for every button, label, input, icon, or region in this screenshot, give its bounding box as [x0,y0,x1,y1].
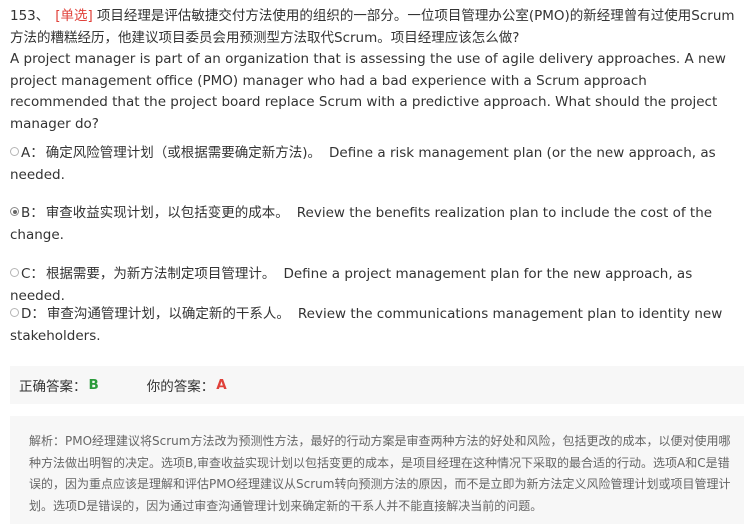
correct-answer: 正确答案： B [19,375,99,395]
question-number: 153、 [10,8,50,24]
correct-answer-value: B [88,377,99,393]
question-text-en: A project manager is part of an organiza… [10,51,726,132]
your-answer: 你的答案： A [147,375,227,395]
your-answer-label: 你的答案： [146,379,215,395]
answer-bar: 正确答案： B 你的答案： A [10,366,744,404]
option-d-radio[interactable] [10,308,19,317]
option-c-key: C： [21,266,44,282]
your-answer-value: A [216,377,227,393]
option-c[interactable]: C： 根据需要，为新方法制定项目管理计。 Define a project mana… [10,264,740,307]
option-c-radio[interactable] [10,268,19,277]
option-a-radio[interactable] [10,147,19,156]
option-c-cn: 根据需要，为新方法制定项目管理计。 [45,266,276,282]
option-a-cn: 确定风险管理计划（或根据需要确定新方法)。 [45,145,322,161]
option-a-key: A： [21,145,44,161]
question-type-tag: [单选] [55,8,93,24]
option-d-key: D： [21,306,45,322]
option-b-cn: 审查收益实现计划，以包括变更的成本。 [45,205,289,221]
analysis-panel: 解析：PMO经理建议将Scrum方法改为预测性方法，最好的行动方案是审查两种方法… [10,416,744,524]
option-b-key: B： [21,205,44,221]
option-d-cn: 审查沟通管理计划，以确定新的干系人。 [46,306,290,322]
analysis-text: 解析：PMO经理建议将Scrum方法改为预测性方法，最好的行动方案是审查两种方法… [29,434,731,513]
question-text: 153、 [单选] 项目经理是评估敏捷交付方法使用的组织的一部分。一位项目管理办公室… [10,6,738,135]
option-a[interactable]: A： 确定风险管理计划（或根据需要确定新方法)。 Define a risk man… [10,143,740,186]
option-b[interactable]: B： 审查收益实现计划，以包括变更的成本。 Review the benefits … [10,203,740,246]
question-text-cn: 项目经理是评估敏捷交付方法使用的组织的一部分。一位项目管理办公室(PMO)的新经… [10,8,735,46]
correct-answer-label: 正确答案： [19,379,87,395]
option-d[interactable]: D： 审查沟通管理计划，以确定新的干系人。 Review the communica… [10,304,740,347]
option-b-radio[interactable] [10,207,19,216]
